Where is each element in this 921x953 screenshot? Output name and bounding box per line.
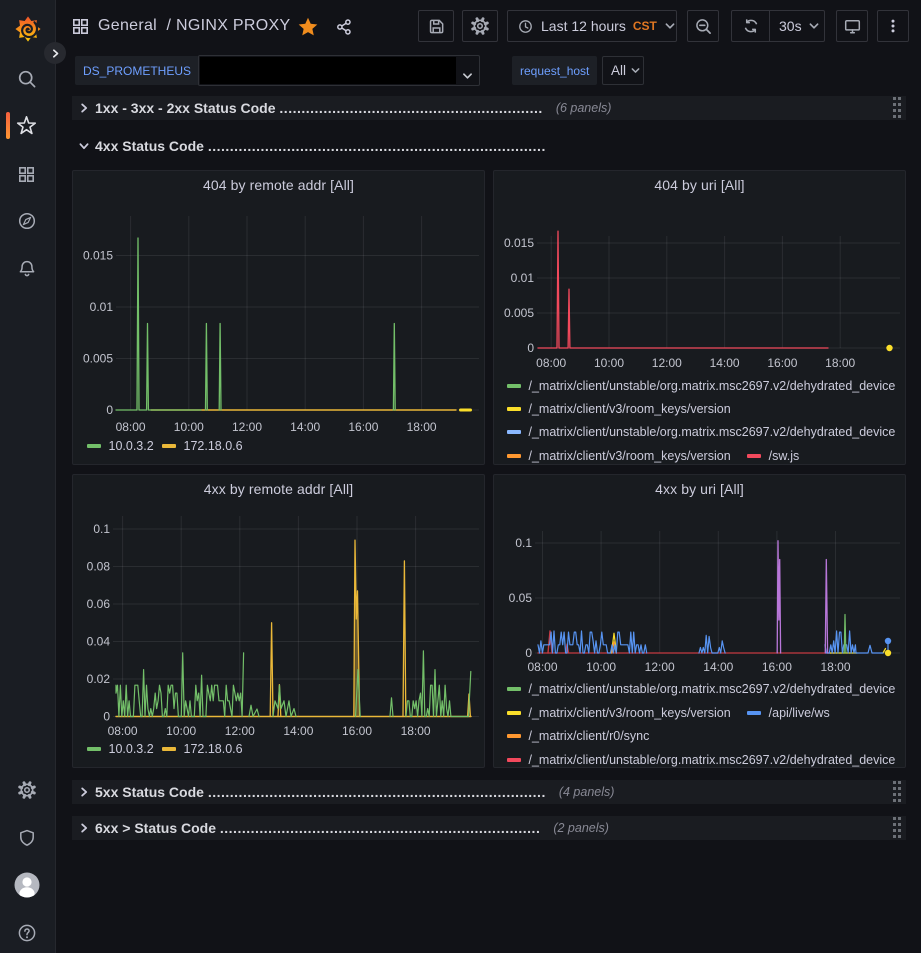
svg-text:16:00: 16:00 — [762, 660, 792, 674]
svg-text:0: 0 — [106, 403, 113, 417]
svg-text:0.08: 0.08 — [87, 560, 111, 574]
svg-text:0.1: 0.1 — [515, 536, 532, 550]
svg-text:0.015: 0.015 — [504, 236, 534, 250]
svg-text:12:00: 12:00 — [225, 724, 255, 738]
svg-text:16:00: 16:00 — [767, 356, 797, 370]
svg-text:14:00: 14:00 — [290, 420, 320, 434]
svg-text:0.06: 0.06 — [87, 597, 111, 611]
svg-text:10:00: 10:00 — [166, 724, 196, 738]
svg-text:08:00: 08:00 — [536, 356, 566, 370]
svg-text:10:00: 10:00 — [594, 356, 624, 370]
svg-text:0.005: 0.005 — [504, 306, 534, 320]
svg-text:0.04: 0.04 — [87, 635, 111, 649]
svg-text:16:00: 16:00 — [342, 724, 372, 738]
svg-text:08:00: 08:00 — [116, 420, 146, 434]
svg-text:12:00: 12:00 — [645, 660, 675, 674]
svg-text:0: 0 — [527, 341, 534, 355]
svg-text:0.005: 0.005 — [83, 352, 113, 366]
svg-text:12:00: 12:00 — [652, 356, 682, 370]
svg-text:08:00: 08:00 — [527, 660, 557, 674]
svg-text:14:00: 14:00 — [703, 660, 733, 674]
svg-text:0.05: 0.05 — [509, 591, 533, 605]
svg-text:0.1: 0.1 — [93, 522, 110, 536]
svg-text:10:00: 10:00 — [174, 420, 204, 434]
svg-text:18:00: 18:00 — [401, 724, 431, 738]
svg-text:12:00: 12:00 — [232, 420, 262, 434]
svg-text:0: 0 — [103, 710, 110, 724]
svg-text:0.01: 0.01 — [90, 300, 114, 314]
svg-text:14:00: 14:00 — [710, 356, 740, 370]
svg-text:14:00: 14:00 — [283, 724, 313, 738]
svg-text:10:00: 10:00 — [586, 660, 616, 674]
svg-text:0: 0 — [525, 646, 532, 660]
svg-text:18:00: 18:00 — [820, 660, 850, 674]
svg-text:18:00: 18:00 — [825, 356, 855, 370]
svg-text:0.015: 0.015 — [83, 249, 113, 263]
svg-text:0.01: 0.01 — [511, 271, 535, 285]
svg-text:16:00: 16:00 — [348, 420, 378, 434]
svg-text:08:00: 08:00 — [108, 724, 138, 738]
svg-text:0.02: 0.02 — [87, 672, 111, 686]
svg-text:18:00: 18:00 — [407, 420, 437, 434]
